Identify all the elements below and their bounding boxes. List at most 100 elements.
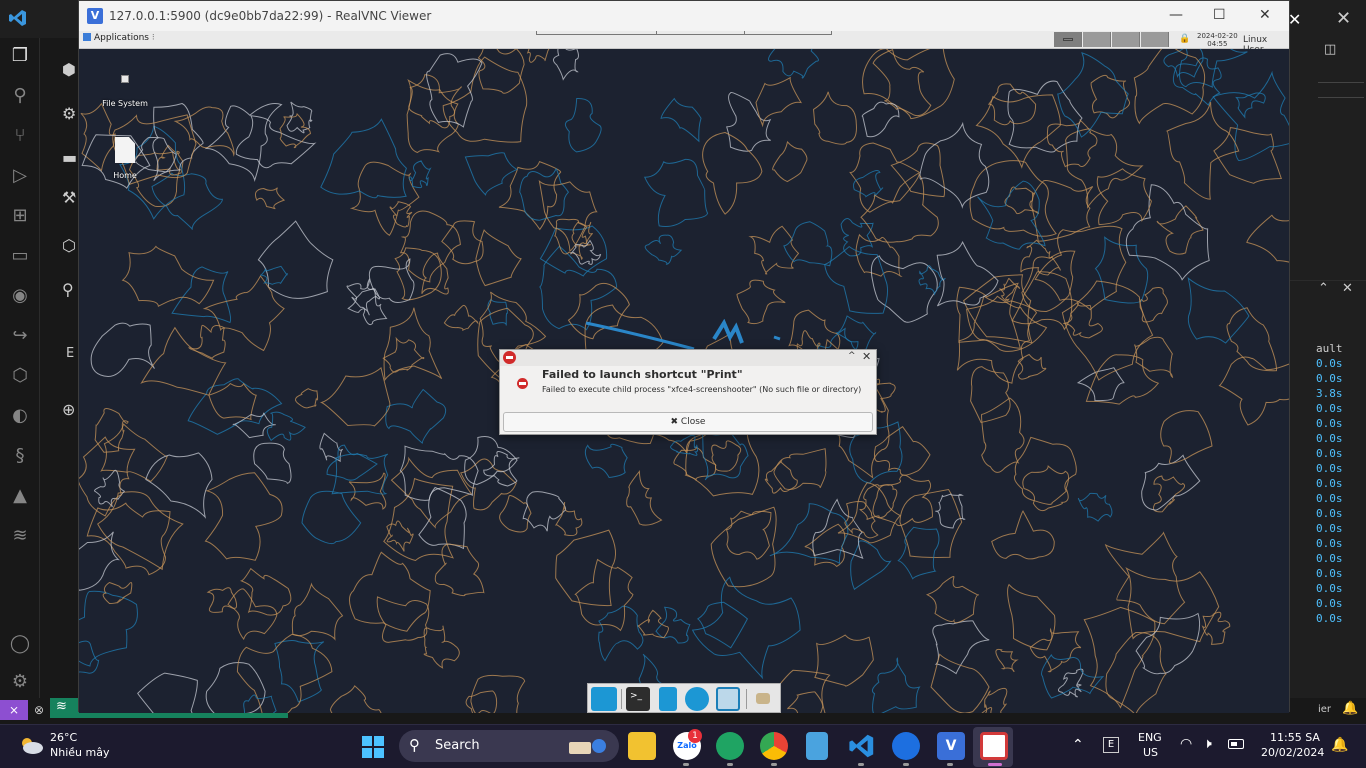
search-label: Search — [435, 738, 480, 753]
weather-temperature[interactable]: 26°C — [50, 731, 77, 744]
contour-line — [348, 551, 431, 632]
windows-start-icon[interactable] — [361, 735, 385, 759]
battery-icon[interactable] — [1228, 739, 1244, 749]
weather-description[interactable]: Nhiều mây — [50, 746, 109, 759]
contour-line — [995, 648, 1019, 673]
edge-icon[interactable]: ◐ — [8, 404, 32, 428]
contour-line — [1077, 492, 1113, 522]
files-icon[interactable] — [659, 687, 677, 711]
settings-gear-icon[interactable]: ⚙ — [8, 670, 32, 694]
contour-line — [79, 531, 120, 591]
vscode-window-close-icon[interactable]: ✕ — [1336, 8, 1351, 29]
run-debug-icon[interactable]: ▷ — [8, 164, 32, 188]
vscode-tab-close-icon[interactable]: ✕ — [1288, 10, 1301, 29]
wifi-icon[interactable]: ◠ — [1180, 736, 1192, 752]
contour-line — [850, 540, 892, 591]
panel-clock-date: 2024-02-20 — [1197, 32, 1238, 40]
file-system-label[interactable]: File System — [97, 99, 153, 108]
contour-line — [643, 158, 709, 228]
contour-line — [443, 304, 479, 331]
terminal-panel-header: ⌃ ✕ — [1290, 280, 1366, 302]
snipping-tool-icon[interactable] — [980, 732, 1008, 760]
app-finder-icon[interactable] — [716, 687, 740, 711]
panel-close-icon[interactable]: ✕ — [1342, 281, 1353, 296]
accounts-icon[interactable]: ◯ — [8, 632, 32, 656]
taskbar-search-box[interactable]: ⚲ Search — [399, 730, 619, 762]
applications-menu[interactable]: Applications ⁝ — [83, 33, 155, 43]
volume-muted-icon[interactable]: 🕨 — [1203, 736, 1212, 752]
contour-line — [1083, 606, 1156, 709]
taskbar-clock-time[interactable]: 11:55 SA — [1270, 731, 1320, 744]
workspace-3[interactable] — [1112, 32, 1140, 47]
taskbar-clock-date[interactable]: 20/02/2024 — [1261, 746, 1324, 759]
dialog-close-x-button[interactable]: ✕ — [862, 350, 871, 363]
status-bell-icon[interactable]: 🔔 — [1342, 701, 1358, 716]
minimize-button[interactable]: — — [1169, 7, 1183, 23]
home-folder-icon[interactable] — [115, 137, 135, 163]
sidebar-add-icon[interactable]: ⊕ — [62, 400, 75, 419]
contour-line — [564, 97, 602, 153]
notification-bell-icon[interactable]: 🔔 — [1331, 737, 1348, 753]
docker-icon[interactable]: ≋ — [8, 524, 32, 548]
azure-icon[interactable]: ▲ — [8, 484, 32, 508]
remote-explorer-icon[interactable]: ▭ — [8, 244, 32, 268]
contour-line — [434, 543, 485, 597]
workspace-2[interactable] — [1083, 32, 1111, 47]
terminal-line: 0.0s — [1316, 582, 1343, 595]
contour-line — [1153, 475, 1185, 513]
source-control-icon[interactable]: ⑂ — [8, 124, 32, 148]
panel-window-button-2[interactable] — [656, 31, 744, 35]
docker-running-indicator — [903, 763, 909, 766]
chrome-icon[interactable] — [760, 732, 788, 760]
contour-line — [408, 74, 462, 129]
dialog-maximize-button[interactable]: ^ — [848, 351, 856, 361]
file-explorer-icon[interactable] — [628, 732, 656, 760]
python-icon[interactable]: § — [8, 444, 32, 468]
status-error-icon[interactable]: ⊗ — [34, 703, 44, 717]
docker-desktop-icon[interactable] — [892, 732, 920, 760]
contour-line — [991, 510, 1055, 560]
extensions-icon[interactable]: ⊞ — [8, 204, 32, 228]
contour-line — [399, 210, 461, 283]
contour-line — [1017, 353, 1047, 380]
contour-line — [475, 229, 522, 287]
realvnc-taskbar-icon[interactable]: V — [937, 732, 965, 760]
split-editor-icon[interactable]: ◫ — [1324, 42, 1336, 57]
close-button[interactable]: ✕ — [1259, 7, 1271, 23]
contour-line — [519, 168, 570, 221]
notepad-icon[interactable] — [806, 732, 828, 760]
weather-cloud-icon[interactable] — [18, 735, 44, 755]
remote-indicator-icon[interactable]: ⨯ — [0, 700, 28, 720]
lock-icon[interactable]: 🔒 — [1179, 34, 1190, 44]
workspace-1[interactable] — [1054, 32, 1082, 47]
panel-window-button-3[interactable] — [744, 31, 832, 35]
edge-icon[interactable] — [716, 732, 744, 760]
panel-window-button-1[interactable] — [536, 31, 656, 35]
contour-line — [1057, 668, 1084, 698]
dialog-close-button[interactable]: ✖ Close — [503, 412, 873, 432]
explorer-icon[interactable]: ❐ — [8, 44, 32, 68]
terminal-line: 0.0s — [1316, 372, 1343, 385]
contour-line — [999, 277, 1021, 302]
panel-collapse-icon[interactable]: ⌃ — [1318, 281, 1329, 296]
maximize-button[interactable]: ☐ — [1213, 7, 1226, 23]
tray-overflow-chevron-icon[interactable]: ⌃ — [1072, 737, 1084, 753]
search-icon[interactable]: ⚲ — [8, 84, 32, 108]
workspace-4[interactable] — [1141, 32, 1169, 47]
web-browser-icon[interactable] — [685, 687, 709, 711]
vscode-taskbar-icon[interactable] — [848, 732, 876, 760]
file-system-icon[interactable] — [121, 75, 129, 83]
home-label[interactable]: Home — [97, 171, 153, 180]
folder-icon[interactable] — [756, 693, 770, 704]
terminal-icon[interactable]: >_ — [626, 687, 650, 711]
cube-icon[interactable]: ⬡ — [8, 364, 32, 388]
show-desktop-icon[interactable] — [591, 687, 617, 711]
live-share-icon[interactable]: ↪ — [8, 324, 32, 348]
ime-icon[interactable]: E — [1103, 737, 1119, 753]
language-region[interactable]: US — [1143, 746, 1158, 759]
language-indicator[interactable]: ENG — [1138, 731, 1162, 744]
dock-separator — [621, 689, 622, 709]
github-icon[interactable]: ◉ — [8, 284, 32, 308]
contour-line — [1076, 367, 1125, 402]
panel-clock[interactable]: 2024-02-20 04:55 — [1197, 32, 1238, 48]
